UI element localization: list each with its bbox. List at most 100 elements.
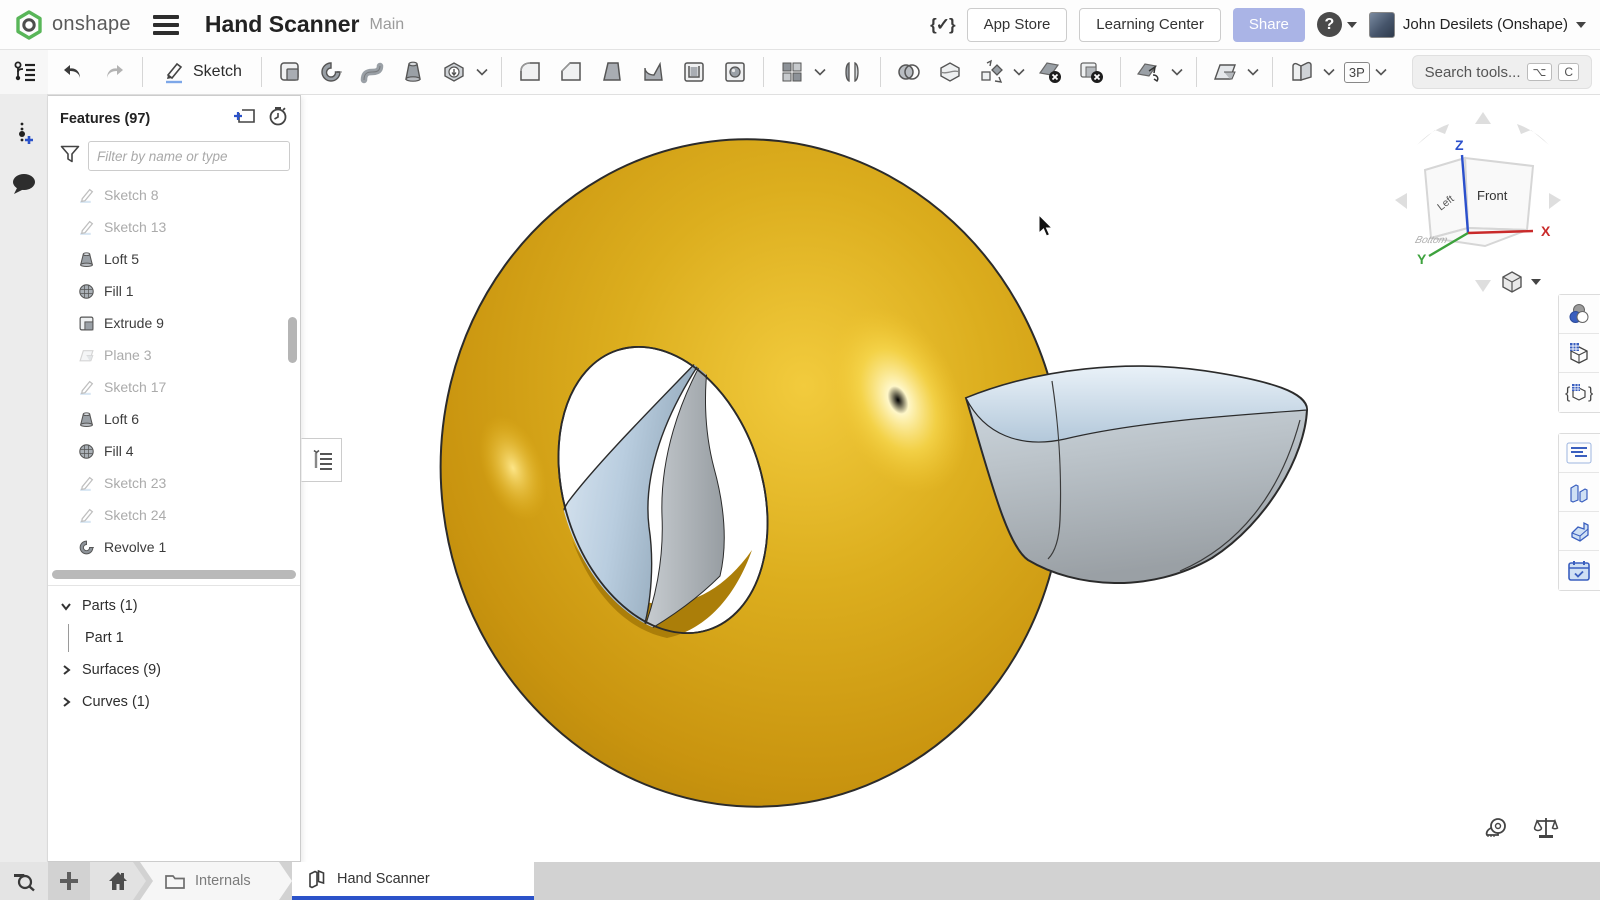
surfaces-group-row[interactable]: Surfaces (9) — [48, 654, 300, 686]
feature-list-rail-button[interactable] — [0, 50, 48, 94]
loft-icon[interactable] — [396, 55, 430, 89]
display-cube-grid-button[interactable] — [1559, 334, 1599, 373]
boss-tools-chevron-icon[interactable] — [474, 55, 490, 89]
vertical-scrollbar-thumb[interactable] — [288, 317, 297, 363]
feature-item[interactable]: Sketch 8 — [48, 179, 300, 211]
measure-tape-icon[interactable] — [1483, 815, 1511, 846]
appearance-circles-button[interactable] — [1559, 295, 1599, 334]
view-cube-bottom-label: Bottom — [1414, 235, 1450, 246]
chevron-down-icon — [1576, 22, 1586, 28]
user-menu[interactable]: John Desilets (Onshape) — [1369, 12, 1586, 38]
sheet-metal-icon[interactable] — [1284, 55, 1318, 89]
add-tab-button[interactable] — [48, 862, 90, 900]
feature-item[interactable]: Revolve 1 — [48, 531, 300, 563]
mass-properties-scale-icon[interactable] — [1533, 815, 1559, 846]
feature-label: Sketch 17 — [104, 379, 166, 395]
outline-lines-button[interactable] — [1559, 434, 1599, 473]
panel-collapse-toggle[interactable] — [301, 438, 342, 482]
plane-icon[interactable] — [1208, 55, 1242, 89]
chamfer-icon[interactable] — [554, 55, 588, 89]
chevron-down-icon — [1531, 279, 1541, 285]
parts-group-row[interactable]: Parts (1) — [48, 590, 300, 622]
part-studio-icon — [306, 868, 328, 890]
feature-item[interactable]: Plane 3 — [48, 339, 300, 371]
rotate-arrows[interactable] — [1395, 112, 1561, 292]
feature-item[interactable]: Sketch 23 — [48, 467, 300, 499]
filter-input[interactable] — [88, 141, 290, 171]
draft-icon[interactable] — [595, 55, 629, 89]
comments-rail-button[interactable] — [0, 162, 48, 206]
active-tab-hand-scanner[interactable]: Hand Scanner — [292, 862, 534, 900]
sweep-icon[interactable] — [355, 55, 389, 89]
fillet-icon[interactable] — [513, 55, 547, 89]
pattern-icon[interactable] — [775, 55, 809, 89]
torus-body[interactable] — [403, 104, 1102, 843]
three-point-tool[interactable]: 3P — [1344, 62, 1370, 83]
sketch-button[interactable]: Sketch — [154, 54, 250, 90]
user-name: John Desilets (Onshape) — [1403, 16, 1568, 33]
handle-through-hole[interactable] — [559, 348, 725, 634]
feature-item[interactable]: Loft 6 — [48, 403, 300, 435]
boolean-icon[interactable] — [892, 55, 926, 89]
feature-item[interactable]: Sketch 24 — [48, 499, 300, 531]
feature-item[interactable]: Fill 1 — [48, 275, 300, 307]
rib-icon[interactable] — [636, 55, 670, 89]
three-point-chevron-icon[interactable] — [1373, 55, 1389, 89]
sheet-metal-chevron-icon[interactable] — [1321, 55, 1337, 89]
revolve-icon[interactable] — [314, 55, 348, 89]
share-button[interactable]: Share — [1233, 8, 1305, 42]
versions-rail-button[interactable] — [0, 112, 48, 156]
alt-keycap: ⌥ — [1527, 63, 1553, 81]
search-tools-box[interactable]: Search tools... ⌥ C — [1412, 55, 1592, 89]
extrude-icon[interactable] — [273, 55, 307, 89]
app-store-button[interactable]: App Store — [967, 8, 1068, 42]
bent-part-button[interactable] — [1559, 512, 1599, 551]
split-icon[interactable] — [933, 55, 967, 89]
search-tabs-button[interactable] — [0, 862, 48, 900]
horizontal-scrollbar[interactable] — [52, 570, 296, 579]
redo-icon[interactable] — [97, 55, 131, 89]
thicken-icon[interactable] — [437, 55, 471, 89]
view-mode-dropdown[interactable] — [1500, 270, 1541, 294]
hole-icon[interactable] — [718, 55, 752, 89]
calendar-check-button[interactable] — [1559, 551, 1599, 590]
pattern-chevron-icon[interactable] — [812, 55, 828, 89]
plane-chevron-icon[interactable] — [1245, 55, 1261, 89]
new-folder-icon[interactable] — [234, 106, 256, 131]
transform-icon[interactable] — [974, 55, 1008, 89]
learning-center-button[interactable]: Learning Center — [1079, 8, 1221, 42]
feature-item[interactable]: Extrude 9 — [48, 307, 300, 339]
curves-group-row[interactable]: Curves (1) — [48, 686, 300, 718]
folder-tab-internals[interactable]: Internals — [140, 862, 292, 900]
filter-funnel-icon[interactable] — [60, 145, 80, 168]
transform-chevron-icon[interactable] — [1011, 55, 1027, 89]
move-face-chevron-icon[interactable] — [1169, 55, 1185, 89]
shell-icon[interactable] — [677, 55, 711, 89]
history-icon[interactable] — [268, 106, 288, 131]
main-menu-icon[interactable] — [153, 11, 179, 39]
home-tab-button[interactable] — [90, 862, 146, 900]
feature-item[interactable]: Fill 4 — [48, 435, 300, 467]
onshape-logo[interactable]: onshape — [14, 10, 131, 40]
delete-part-icon[interactable] — [1075, 55, 1109, 89]
feature-type-icon — [78, 315, 95, 332]
model-viewport[interactable] — [330, 96, 1390, 862]
mirror-icon[interactable] — [835, 55, 869, 89]
x-axis-label: X — [1541, 223, 1551, 239]
part-item-row[interactable]: Part 1 — [48, 622, 300, 654]
feature-label: Loft 5 — [104, 251, 139, 267]
move-face-icon[interactable] — [1132, 55, 1166, 89]
featurescript-icon[interactable]: {✓} — [930, 15, 954, 35]
help-menu[interactable]: ? — [1317, 12, 1357, 37]
feature-item[interactable]: Sketch 17 — [48, 371, 300, 403]
workspace-label[interactable]: Main — [370, 16, 405, 34]
undo-icon[interactable] — [56, 55, 90, 89]
display-cube-braces-button[interactable]: { } — [1559, 373, 1599, 412]
parts-bars-button[interactable] — [1559, 473, 1599, 512]
delete-face-icon[interactable] — [1034, 55, 1068, 89]
view-cube-front-label: Front — [1477, 188, 1508, 203]
feature-item[interactable]: Loft 5 — [48, 243, 300, 275]
handle-body[interactable] — [966, 366, 1307, 583]
view-cube-faces[interactable] — [1425, 158, 1533, 246]
feature-item[interactable]: Sketch 13 — [48, 211, 300, 243]
